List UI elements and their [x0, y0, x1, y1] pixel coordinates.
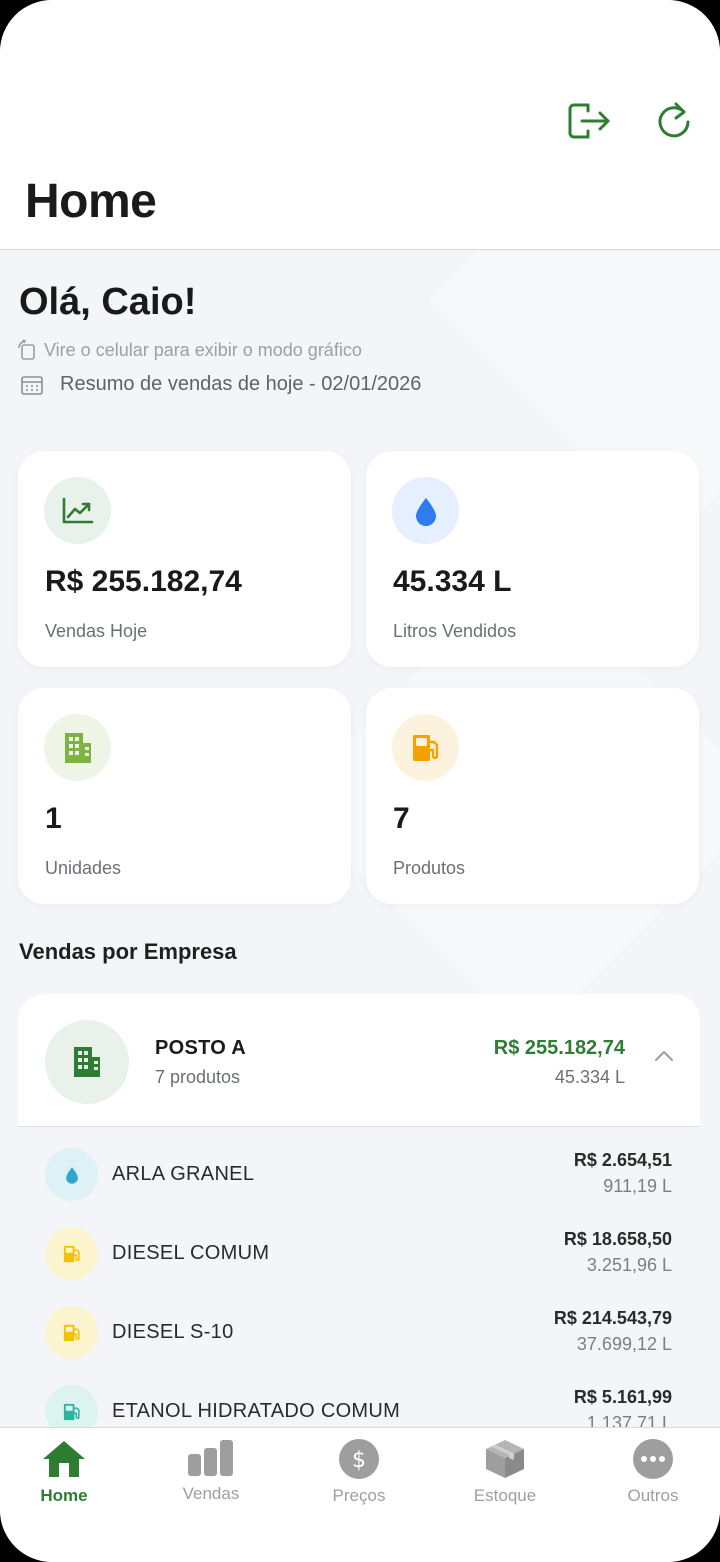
product-row[interactable]: ETANOL HIDRATADO COMUM R$ 5.161,99 1.137…: [18, 1378, 700, 1427]
product-liters: 911,19 L: [603, 1176, 672, 1196]
rotate-hint: Vire o celular para exibir o modo gráfic…: [16, 339, 362, 361]
product-name: DIESEL S-10: [112, 1321, 234, 1343]
logout-button[interactable]: [566, 98, 612, 144]
company-name: POSTO A: [155, 1037, 247, 1059]
product-name: ARLA GRANEL: [112, 1163, 255, 1185]
tab-bar: Home Vendas $ Preços Estoque Outros: [0, 1427, 720, 1562]
company-total-liters: 45.334 L: [554, 1067, 625, 1087]
stat-card-liters: 45.334 L Litros Vendidos: [366, 451, 699, 667]
greeting: Olá, Caio!: [19, 281, 197, 323]
app-screen: Home Olá, Caio! Vire o celular para exib…: [0, 0, 720, 1562]
product-liters: 37.699,12 L: [576, 1334, 672, 1354]
stat-card-products: 7 Produtos: [366, 688, 699, 904]
refresh-icon: [658, 102, 690, 138]
stat-value: R$ 255.182,74: [45, 565, 242, 598]
company-products-count: 7 produtos: [155, 1067, 241, 1087]
stat-card-sales: R$ 255.182,74 Vendas Hoje: [18, 451, 351, 667]
stat-label: Litros Vendidos: [393, 621, 517, 641]
tab-precos[interactable]: $ Preços: [304, 1438, 414, 1518]
product-name: ETANOL HIDRATADO COMUM: [112, 1400, 401, 1422]
dollar-icon: $: [339, 1439, 379, 1479]
bar-chart-icon: [188, 1440, 233, 1476]
summary-text: Resumo de vendas de hoje - 02/01/2026: [60, 373, 422, 395]
calendar-icon: [21, 375, 43, 395]
trending-up-icon: [44, 477, 111, 544]
product-value: R$ 2.654,51: [573, 1150, 672, 1170]
tab-outros[interactable]: Outros: [598, 1438, 708, 1518]
product-value: R$ 214.543,79: [553, 1308, 672, 1328]
section-title: Vendas por Empresa: [19, 939, 237, 964]
page-title: Home: [25, 175, 157, 228]
tab-vendas[interactable]: Vendas: [156, 1438, 266, 1518]
company-total-value: R$ 255.182,74: [493, 1037, 625, 1059]
product-value: R$ 18.658,50: [563, 1229, 672, 1249]
stat-value: 45.334 L: [393, 565, 512, 598]
water-drop-icon: [45, 1148, 98, 1201]
tab-label: Home: [40, 1486, 88, 1505]
fuel-pump-icon: [392, 714, 459, 781]
main-content[interactable]: Olá, Caio! Vire o celular para exibir o …: [0, 251, 720, 1427]
stat-label: Vendas Hoje: [45, 621, 148, 641]
refresh-button[interactable]: [651, 98, 697, 144]
tab-label: Vendas: [182, 1484, 240, 1503]
header: Home: [0, 0, 720, 250]
building-icon: [45, 1020, 129, 1104]
tab-label: Preços: [332, 1486, 386, 1505]
product-liters: 3.251,96 L: [586, 1255, 672, 1275]
building-icon: [44, 714, 111, 781]
fuel-pump-icon: [45, 1385, 98, 1427]
product-row[interactable]: DIESEL S-10 R$ 214.543,79 37.699,12 L: [18, 1299, 700, 1378]
company-row[interactable]: POSTO A 7 produtos R$ 255.182,74 45.334 …: [18, 994, 700, 1127]
box-icon: [486, 1440, 524, 1478]
tab-home[interactable]: Home: [9, 1438, 119, 1518]
product-row[interactable]: DIESEL COMUM R$ 18.658,50 3.251,96 L: [18, 1220, 700, 1299]
stat-value: 7: [393, 802, 410, 835]
product-name: DIESEL COMUM: [112, 1242, 270, 1264]
stat-label: Unidades: [45, 858, 122, 878]
stat-card-units: 1 Unidades: [18, 688, 351, 904]
product-liters: 1.137,71 L: [586, 1413, 672, 1427]
logout-icon: [568, 103, 610, 139]
fuel-pump-icon: [45, 1227, 98, 1280]
chevron-up-icon[interactable]: [654, 1049, 674, 1063]
tab-estoque[interactable]: Estoque: [450, 1438, 560, 1518]
product-value: R$ 5.161,99: [573, 1387, 672, 1407]
fuel-pump-icon: [45, 1306, 98, 1359]
home-icon: [43, 1441, 85, 1477]
more-icon: [633, 1439, 673, 1479]
tab-label: Outros: [627, 1486, 679, 1505]
tab-label: Estoque: [473, 1486, 537, 1505]
water-drop-icon: [392, 477, 459, 544]
product-row[interactable]: ARLA GRANEL R$ 2.654,51 911,19 L: [18, 1141, 700, 1220]
sales-summary: Resumo de vendas de hoje - 02/01/2026: [20, 373, 421, 396]
svg-text:$: $: [352, 1448, 366, 1473]
rotate-phone-icon: [18, 339, 35, 360]
rotate-hint-text: Vire o celular para exibir o modo gráfic…: [44, 339, 362, 360]
stat-value: 1: [45, 802, 62, 835]
stat-label: Produtos: [393, 858, 466, 878]
